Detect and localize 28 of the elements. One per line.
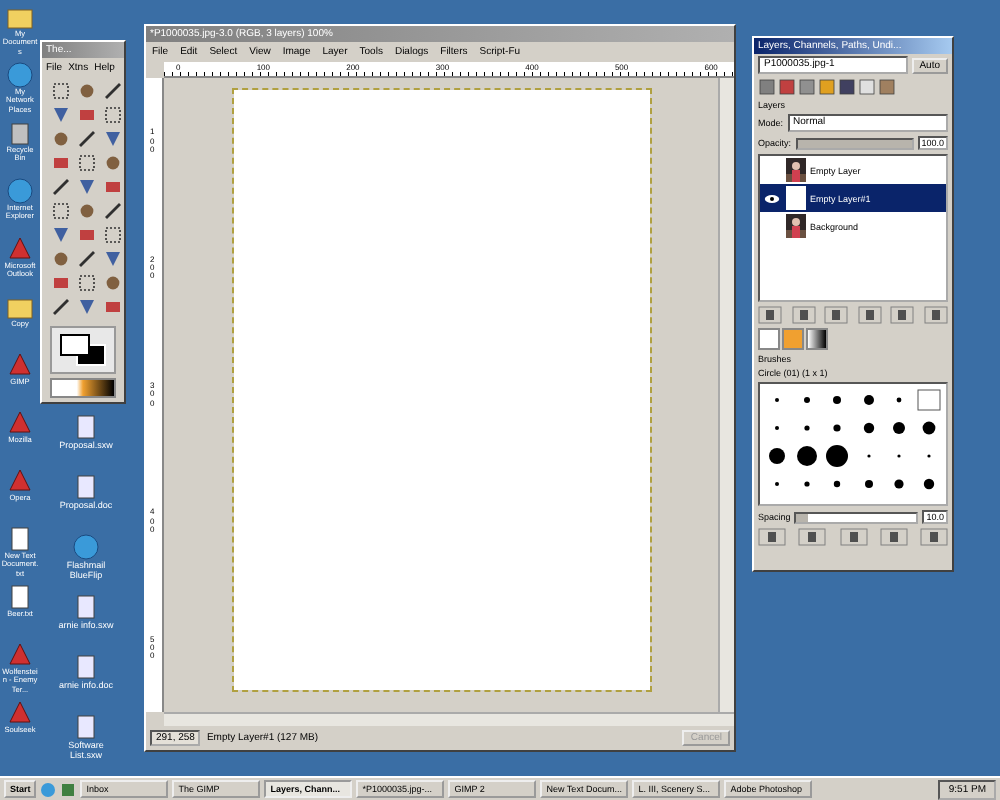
desktop-icon[interactable]: [6, 526, 34, 552]
layer-action-icon[interactable]: [923, 306, 948, 324]
opacity-slider[interactable]: [797, 139, 912, 147]
gradient-tab-icon[interactable]: [806, 328, 828, 350]
desktop-icon[interactable]: [6, 4, 34, 30]
layer-action-icon[interactable]: [890, 306, 915, 324]
brush-preview[interactable]: [794, 444, 821, 468]
layer-action-icon[interactable]: [857, 306, 882, 324]
brush-preview[interactable]: [824, 444, 851, 468]
brush-action-icon[interactable]: [879, 528, 908, 546]
scrollbar[interactable]: [718, 78, 734, 712]
spacing-slider[interactable]: [796, 513, 809, 521]
color-swatch[interactable]: [50, 326, 116, 374]
desktop-icon[interactable]: [6, 120, 34, 146]
gradient-swatch[interactable]: [50, 378, 116, 398]
brush-action-icon[interactable]: [758, 528, 786, 546]
brush-action-icon[interactable]: [798, 528, 827, 546]
brush-preview[interactable]: [764, 444, 790, 468]
brush-action-icon[interactable]: [920, 528, 948, 546]
brush-action-icon[interactable]: [839, 528, 867, 546]
scrollbar[interactable]: [164, 712, 734, 726]
desktop-icon[interactable]: [6, 294, 34, 320]
eye-icon[interactable]: [764, 193, 780, 203]
layer-action-icon[interactable]: [824, 306, 849, 324]
color-tab-icon[interactable]: [758, 328, 780, 350]
desktop-icon[interactable]: [6, 584, 34, 610]
layer-action-icon[interactable]: [758, 306, 782, 324]
layer-action-icon[interactable]: [791, 306, 816, 324]
